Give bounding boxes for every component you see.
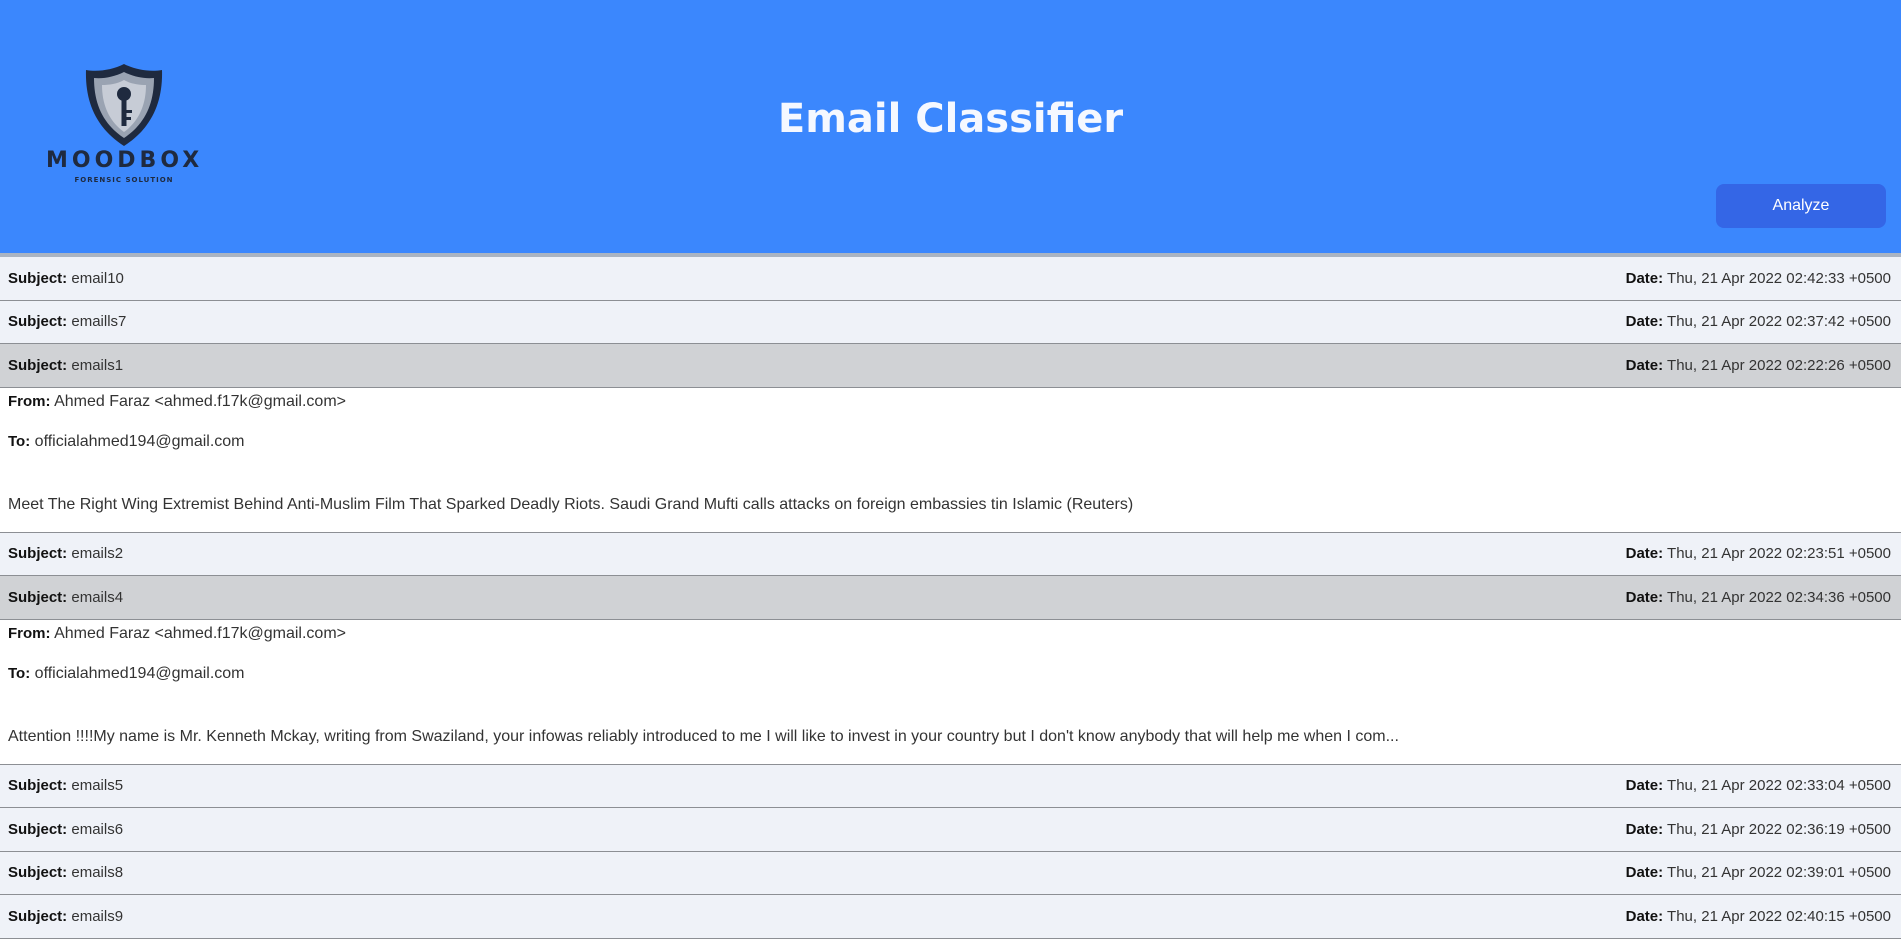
to-label: To: <box>8 432 31 450</box>
subject-value: emails2 <box>71 545 124 563</box>
from-value: Ahmed Faraz <ahmed.f17k@gmail.com> <box>54 624 346 642</box>
email-body: Meet The Right Wing Extremist Behind Ant… <box>8 495 1134 513</box>
date-label: Date: <box>1625 588 1664 606</box>
subject-label: Subject: <box>8 269 68 287</box>
date-value: Thu, 21 Apr 2022 02:37:42 +0500 <box>1667 313 1891 331</box>
email-date: Date: Thu, 21 Apr 2022 02:42:33 +0500 <box>1626 270 1891 287</box>
date-value: Thu, 21 Apr 2022 02:34:36 +0500 <box>1667 588 1891 606</box>
email-date: Date: Thu, 21 Apr 2022 02:33:04 +0500 <box>1626 777 1891 794</box>
app-header: MOODBOX FORENSIC SOLUTION Email Classifi… <box>0 0 1901 257</box>
subject-label: Subject: <box>8 864 68 882</box>
email-row[interactable]: Subject: emails5 Date: Thu, 21 Apr 2022 0… <box>0 764 1901 808</box>
date-label: Date: <box>1625 269 1664 287</box>
email-subject: Subject: emails5 <box>8 777 123 794</box>
email-row[interactable]: Subject: emails9 Date: Thu, 21 Apr 2022 0… <box>0 895 1901 939</box>
email-subject: Subject: emails6 <box>8 821 123 838</box>
date-value: Thu, 21 Apr 2022 02:22:26 +0500 <box>1667 356 1891 374</box>
date-value: Thu, 21 Apr 2022 02:36:19 +0500 <box>1667 820 1891 838</box>
subject-label: Subject: <box>8 907 68 925</box>
date-label: Date: <box>1625 907 1664 925</box>
subject-label: Subject: <box>8 545 68 563</box>
analyze-button[interactable]: Analyze <box>1716 184 1886 228</box>
date-label: Date: <box>1625 777 1664 795</box>
email-row[interactable]: Subject: emails8 Date: Thu, 21 Apr 2022 0… <box>0 851 1901 895</box>
subject-value: emails1 <box>71 356 124 374</box>
email-date: Date: Thu, 21 Apr 2022 02:37:42 +0500 <box>1626 313 1891 330</box>
email-from: From: Ahmed Faraz <ahmed.f17k@gmail.com> <box>8 393 1893 433</box>
email-date: Date: Thu, 21 Apr 2022 02:34:36 +0500 <box>1626 589 1891 606</box>
subject-label: Subject: <box>8 820 68 838</box>
email-date: Date: Thu, 21 Apr 2022 02:36:19 +0500 <box>1626 821 1891 838</box>
subject-value: emails9 <box>71 907 124 925</box>
to-value: officialahmed194@gmail.com <box>34 664 245 682</box>
date-value: Thu, 21 Apr 2022 02:23:51 +0500 <box>1667 545 1891 563</box>
email-detail: From: Ahmed Faraz <ahmed.f17k@gmail.com>… <box>0 387 1901 533</box>
email-subject: Subject: email10 <box>8 270 124 287</box>
email-to: To: officialahmed194@gmail.com <box>8 433 1893 473</box>
from-value: Ahmed Faraz <ahmed.f17k@gmail.com> <box>54 392 346 410</box>
date-label: Date: <box>1625 820 1664 838</box>
subject-value: email10 <box>71 269 124 287</box>
email-row[interactable]: Subject: email10 Date: Thu, 21 Apr 2022 0… <box>0 257 1901 301</box>
date-label: Date: <box>1625 864 1664 882</box>
email-row[interactable]: Subject: emails4 Date: Thu, 21 Apr 2022 0… <box>0 576 1901 620</box>
page-title: Email Classifier <box>777 96 1124 142</box>
logo-text: MOODBOX <box>46 148 204 173</box>
email-date: Date: Thu, 21 Apr 2022 02:23:51 +0500 <box>1626 545 1891 562</box>
email-row[interactable]: Subject: emaills7 Date: Thu, 21 Apr 2022 … <box>0 300 1901 344</box>
email-subject: Subject: emails2 <box>8 545 123 562</box>
email-date: Date: Thu, 21 Apr 2022 02:39:01 +0500 <box>1626 864 1891 881</box>
to-value: officialahmed194@gmail.com <box>34 432 245 450</box>
subject-value: emails6 <box>71 820 124 838</box>
subject-label: Subject: <box>8 588 68 606</box>
email-subject: Subject: emaills7 <box>8 313 126 330</box>
subject-value: emails4 <box>71 588 124 606</box>
email-date: Date: Thu, 21 Apr 2022 02:22:26 +0500 <box>1626 357 1891 374</box>
from-label: From: <box>8 624 51 642</box>
date-value: Thu, 21 Apr 2022 02:40:15 +0500 <box>1667 907 1891 925</box>
subject-value: emaills7 <box>71 313 127 331</box>
date-label: Date: <box>1625 356 1664 374</box>
subject-label: Subject: <box>8 356 68 374</box>
from-label: From: <box>8 392 51 410</box>
subject-label: Subject: <box>8 777 68 795</box>
email-list: Subject: email10 Date: Thu, 21 Apr 2022 0… <box>0 257 1901 939</box>
subject-value: emails5 <box>71 777 124 795</box>
to-label: To: <box>8 664 31 682</box>
logo-subtext: FORENSIC SOLUTION <box>74 176 174 184</box>
email-to: To: officialahmed194@gmail.com <box>8 665 1893 705</box>
email-subject: Subject: emails1 <box>8 357 123 374</box>
email-row[interactable]: Subject: emails2 Date: Thu, 21 Apr 2022 0… <box>0 532 1901 576</box>
email-from: From: Ahmed Faraz <ahmed.f17k@gmail.com> <box>8 625 1893 665</box>
email-subject: Subject: emails4 <box>8 589 123 606</box>
email-subject: Subject: emails9 <box>8 908 123 925</box>
date-value: Thu, 21 Apr 2022 02:42:33 +0500 <box>1667 269 1891 287</box>
email-row[interactable]: Subject: emails1 Date: Thu, 21 Apr 2022 0… <box>0 344 1901 388</box>
email-body: Attention !!!!My name is Mr. Kenneth Mck… <box>8 727 1399 745</box>
email-subject: Subject: emails8 <box>8 864 123 881</box>
email-row[interactable]: Subject: emails6 Date: Thu, 21 Apr 2022 0… <box>0 808 1901 852</box>
date-label: Date: <box>1625 313 1664 331</box>
date-label: Date: <box>1625 545 1664 563</box>
subject-value: emails8 <box>71 864 124 882</box>
date-value: Thu, 21 Apr 2022 02:39:01 +0500 <box>1667 864 1891 882</box>
subject-label: Subject: <box>8 313 68 331</box>
email-date: Date: Thu, 21 Apr 2022 02:40:15 +0500 <box>1626 908 1891 925</box>
date-value: Thu, 21 Apr 2022 02:33:04 +0500 <box>1667 777 1891 795</box>
email-detail: From: Ahmed Faraz <ahmed.f17k@gmail.com>… <box>0 619 1901 765</box>
